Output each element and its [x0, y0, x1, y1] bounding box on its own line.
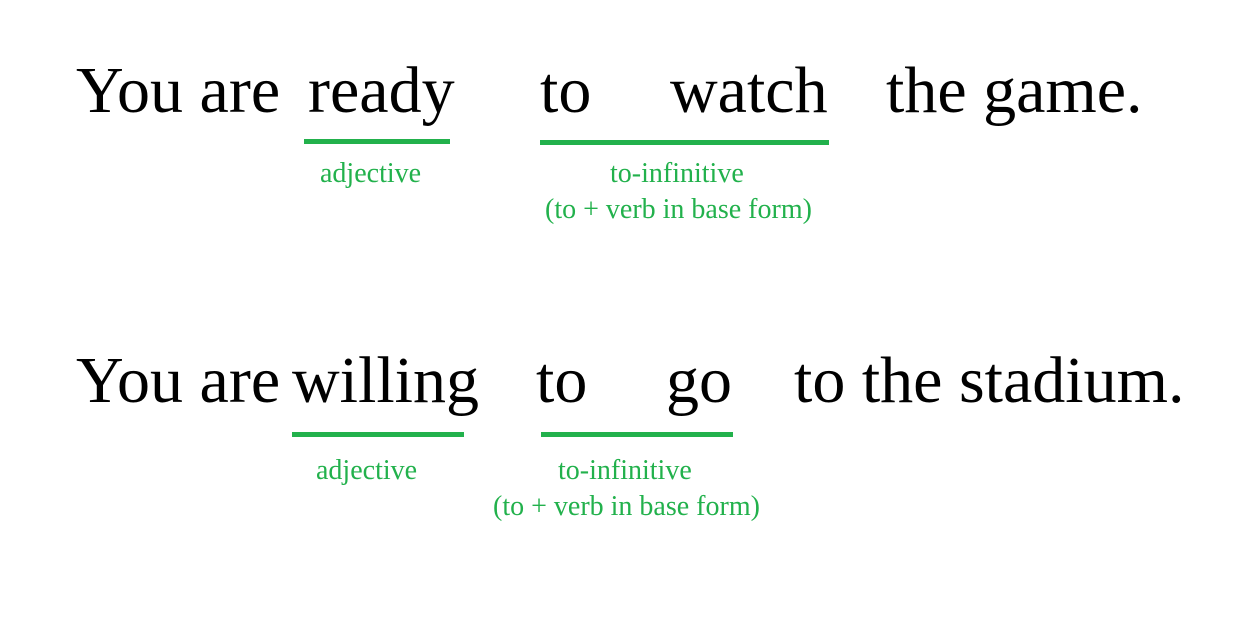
adjective-label: adjective — [320, 158, 422, 189]
adjective-underline — [304, 139, 450, 144]
infinitive-note: (to + verb in base form) — [545, 194, 812, 225]
sentence-2-suffix: to the stadium. — [794, 344, 1185, 417]
infinitive-note: (to + verb in base form) — [493, 491, 760, 522]
infinitive-underline — [540, 140, 829, 145]
sentence-2-verb: go — [666, 344, 732, 417]
infinitive-underline — [541, 432, 733, 437]
sentence-1-adjective: ready — [308, 54, 455, 127]
sentence-1-to: to — [540, 54, 592, 127]
sentence-2-adjective: willing — [292, 344, 480, 417]
sentence-1-prefix: You are — [76, 54, 281, 127]
sentence-2-prefix: You are — [76, 344, 281, 417]
adjective-underline — [292, 432, 464, 437]
sentence-1-suffix: the game. — [886, 54, 1143, 127]
infinitive-label: to-infinitive — [558, 455, 692, 486]
sentence-2-to: to — [536, 344, 588, 417]
adjective-label: adjective — [316, 455, 418, 486]
infinitive-label: to-infinitive — [610, 158, 744, 189]
sentence-1-verb: watch — [670, 54, 828, 127]
